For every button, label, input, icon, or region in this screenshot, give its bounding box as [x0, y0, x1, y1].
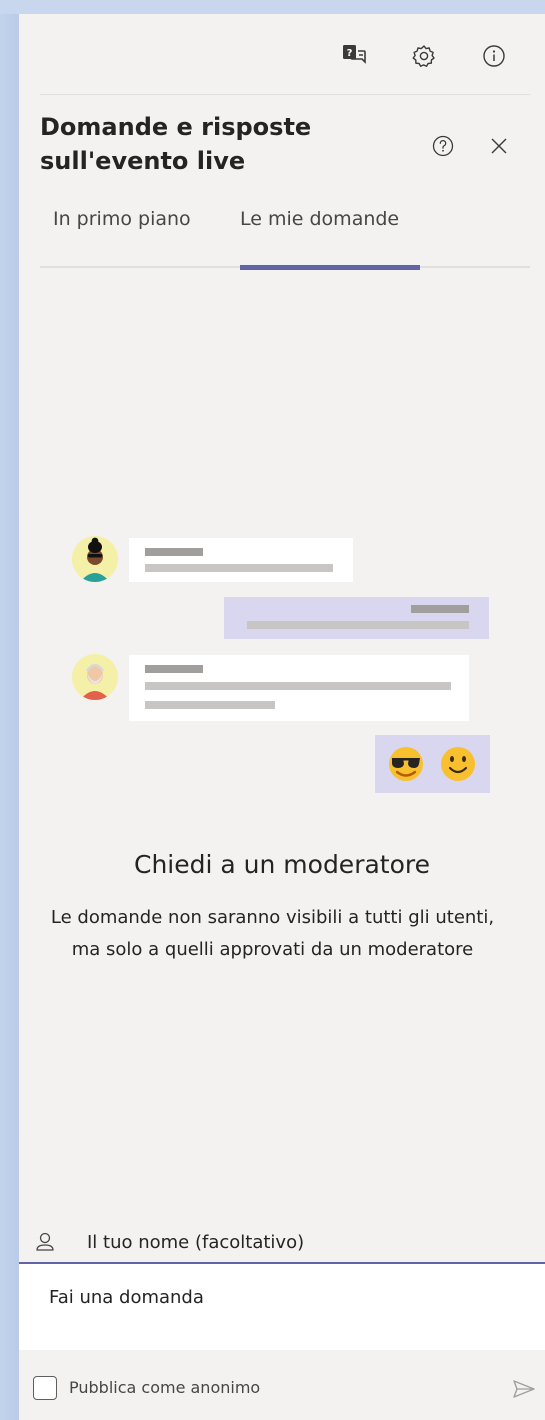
- message-card-self: [224, 597, 489, 639]
- empty-state-line-1: Le domande non saranno visibili a tutti …: [50, 907, 495, 928]
- top-toolbar: ?: [319, 36, 529, 76]
- tab-le-mie-domande[interactable]: Le mie domande: [240, 204, 420, 270]
- empty-state-title: Chiedi a un moderatore: [134, 850, 430, 879]
- name-field-row: [19, 1220, 545, 1264]
- anonymous-row: Pubblica come anonimo: [19, 1366, 545, 1410]
- help-button[interactable]: [425, 128, 461, 164]
- qna-icon[interactable]: ?: [319, 36, 389, 76]
- info-icon[interactable]: [459, 36, 529, 76]
- anonymous-label[interactable]: Pubblica come anonimo: [69, 1378, 260, 1397]
- name-input[interactable]: [87, 1227, 527, 1257]
- avatar-woman: [72, 536, 118, 582]
- header-divider: [40, 94, 530, 95]
- tab-bar: In primo piano Le mie domande: [40, 204, 530, 270]
- qna-panel: ? Domande e risposte sull'evento live In…: [19, 14, 545, 1420]
- question-circle-icon: [432, 135, 454, 157]
- window-top-edge: [0, 0, 545, 14]
- close-button[interactable]: [481, 128, 517, 164]
- emoji-reply-card: [375, 735, 490, 793]
- anonymous-checkbox[interactable]: [33, 1376, 57, 1400]
- window-edge: [0, 0, 19, 1420]
- empty-state-description: Le domande non saranno visibili a tutti …: [0, 902, 545, 966]
- empty-state-line-2: ma solo a quelli approvati da un moderat…: [71, 939, 474, 960]
- avatar-man: [72, 654, 118, 700]
- message-card: [129, 655, 469, 721]
- smile-emoji-icon: [441, 747, 475, 781]
- close-icon: [491, 138, 507, 154]
- gear-icon[interactable]: [389, 36, 459, 76]
- question-input[interactable]: [49, 1282, 519, 1312]
- panel-title: Domande e risposte sull'evento live: [40, 113, 312, 175]
- sunglasses-emoji-icon: [389, 747, 423, 781]
- question-field-row: [19, 1264, 545, 1350]
- tab-in-primo-piano[interactable]: In primo piano: [53, 204, 191, 268]
- person-icon: [36, 1232, 54, 1251]
- message-card: [129, 538, 353, 582]
- send-icon[interactable]: [511, 1376, 537, 1402]
